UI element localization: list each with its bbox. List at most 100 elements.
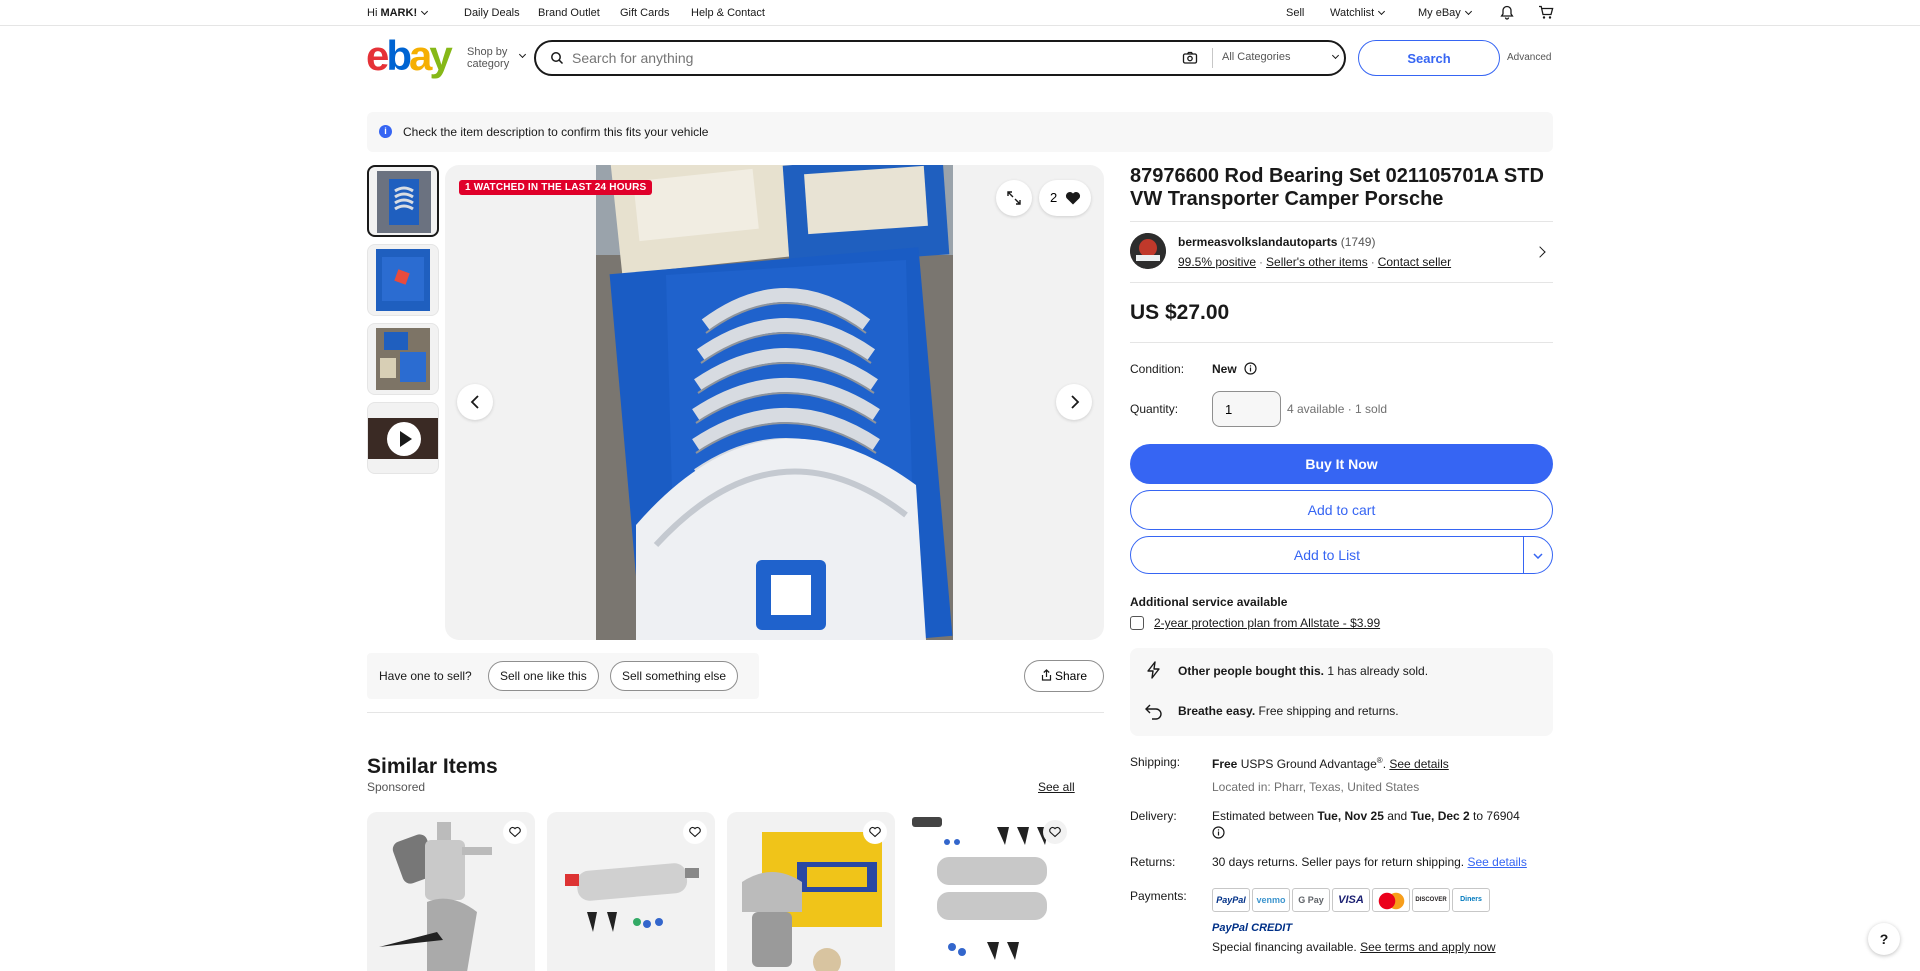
divider [1130, 342, 1553, 343]
bearing-photo-thumbnail [377, 171, 431, 233]
similar-item-card[interactable] [907, 812, 1075, 971]
greeting-name: MARK! [380, 7, 418, 19]
delivery-end: Tue, Dec 2 [1410, 809, 1470, 823]
chevron-left-icon [470, 395, 479, 409]
seller-name[interactable]: bermeasvolkslandautoparts [1178, 235, 1337, 249]
quantity-input[interactable] [1212, 391, 1281, 427]
similar-item-card[interactable] [547, 812, 715, 971]
category-select[interactable]: All Categories [1222, 51, 1290, 63]
share-button[interactable]: Share [1024, 660, 1104, 692]
camera-icon[interactable] [1182, 51, 1198, 65]
watch-count: 2 [1050, 190, 1058, 205]
watch-item-button[interactable] [503, 820, 527, 844]
chevron-down-icon [1378, 7, 1386, 16]
payments-label: Payments: [1130, 889, 1187, 903]
returns-see-details-link[interactable]: See details [1467, 855, 1526, 869]
previous-image-button[interactable] [457, 384, 493, 420]
similar-item-card[interactable] [727, 812, 895, 971]
my-ebay-label: My eBay [1418, 7, 1461, 19]
daily-deals-link[interactable]: Daily Deals [464, 7, 520, 19]
heart-outline-icon [689, 826, 701, 838]
info-icon[interactable] [1244, 362, 1257, 375]
delivery-and: and [1383, 809, 1411, 823]
see-all-link[interactable]: See all [1038, 780, 1075, 794]
watch-item-button[interactable] [1043, 820, 1067, 844]
notification-bell-icon[interactable] [1500, 5, 1514, 20]
cart-icon[interactable] [1538, 5, 1554, 20]
shop-by-line1: Shop by [467, 46, 508, 58]
highlight-sold: Other people bought this. 1 has already … [1178, 664, 1428, 678]
venmo-logo: venmo [1252, 888, 1290, 912]
search-icon [551, 52, 564, 65]
expand-image-button[interactable] [996, 180, 1032, 216]
shipping-see-details-link[interactable]: See details [1389, 757, 1448, 771]
add-to-list-button[interactable]: Add to List [1131, 537, 1523, 573]
quantity-availability: 4 available · 1 sold [1287, 402, 1388, 416]
ebay-logo[interactable]: ebay [366, 35, 453, 77]
item-location: Located in: Pharr, Texas, United States [1212, 780, 1420, 794]
highlight-returns-bold: Breathe easy. [1178, 704, 1256, 718]
watch-item-button[interactable] [863, 820, 887, 844]
shipping-free: Free [1212, 757, 1238, 771]
financing-link[interactable]: See terms and apply now [1360, 940, 1495, 954]
divider [367, 712, 1104, 713]
quantity-label: Quantity: [1130, 402, 1179, 416]
info-icon[interactable] [1212, 826, 1225, 839]
search-input[interactable] [572, 48, 1172, 68]
greeting-prefix: Hi [367, 7, 381, 19]
watch-item-button[interactable] [683, 820, 707, 844]
seller-positive-link[interactable]: 99.5% positive [1178, 255, 1256, 269]
seller-feedback-count: (1749) [1340, 235, 1376, 249]
discover-logo: DISCOVER [1412, 888, 1450, 912]
chevron-down-icon [1464, 7, 1472, 16]
add-to-list-dropdown[interactable] [1524, 537, 1553, 573]
protection-plan-link[interactable]: 2-year protection plan from Allstate - $… [1154, 616, 1380, 630]
seller-other-items-link[interactable]: Seller's other items [1266, 255, 1368, 269]
paypal-logo: PayPal [1212, 888, 1250, 912]
sell-one-like-this-button[interactable]: Sell one like this [488, 661, 599, 691]
help-contact-link[interactable]: Help & Contact [691, 7, 765, 19]
share-label: Share [1054, 669, 1088, 683]
seller-logo-icon [1130, 233, 1166, 269]
video-thumbnail[interactable] [367, 402, 439, 474]
greeting[interactable]: Hi MARK! [367, 7, 429, 19]
returns-text: 30 days returns. Seller pays for return … [1212, 855, 1468, 869]
brand-outlet-link[interactable]: Brand Outlet [538, 7, 600, 19]
thumbnail-2[interactable] [367, 244, 439, 316]
heart-outline-icon [509, 826, 521, 838]
banner-text: Check the item description to confirm th… [403, 125, 709, 139]
visa-logo: VISA [1332, 888, 1370, 912]
sell-link[interactable]: Sell [1286, 7, 1304, 19]
heart-outline-icon [1049, 826, 1061, 838]
contact-seller-link[interactable]: Contact seller [1378, 255, 1451, 269]
help-button[interactable]: ? [1868, 923, 1900, 955]
search-button[interactable]: Search [1358, 40, 1500, 76]
next-image-button[interactable] [1056, 384, 1092, 420]
sell-something-else-button[interactable]: Sell something else [610, 661, 739, 691]
returns-value: 30 days returns. Seller pays for return … [1212, 855, 1527, 869]
delivery-zip: to 76904 [1469, 809, 1520, 823]
shop-by-category-button[interactable]: Shop by category [467, 46, 509, 70]
watch-button[interactable]: 2 [1039, 180, 1091, 216]
similar-item-card[interactable] [367, 812, 535, 971]
watchlist-menu[interactable]: Watchlist [1330, 7, 1386, 19]
share-icon [1041, 669, 1052, 681]
buy-it-now-button[interactable]: Buy It Now [1130, 444, 1553, 484]
returns-label: Returns: [1130, 855, 1176, 869]
highlights-panel: Other people bought this. 1 has already … [1130, 648, 1553, 736]
advanced-search-link[interactable]: Advanced [1507, 52, 1551, 63]
protection-plan-checkbox[interactable] [1130, 616, 1144, 630]
condition-label: Condition: [1130, 362, 1185, 376]
chevron-right-icon[interactable] [1534, 246, 1546, 258]
shop-by-line2: category [467, 58, 510, 70]
heart-icon [1065, 191, 1081, 205]
gift-cards-link[interactable]: Gift Cards [620, 7, 670, 19]
thumbnail-1[interactable] [367, 165, 439, 237]
divider [1130, 282, 1553, 283]
paypal-credit-logo: PayPal CREDIT [1212, 922, 1293, 934]
thumbnail-3[interactable] [367, 323, 439, 395]
add-to-cart-button[interactable]: Add to cart [1130, 490, 1553, 530]
my-ebay-menu[interactable]: My eBay [1418, 7, 1472, 19]
add-to-list-control: Add to List [1130, 536, 1553, 574]
seller-avatar[interactable] [1130, 233, 1166, 269]
